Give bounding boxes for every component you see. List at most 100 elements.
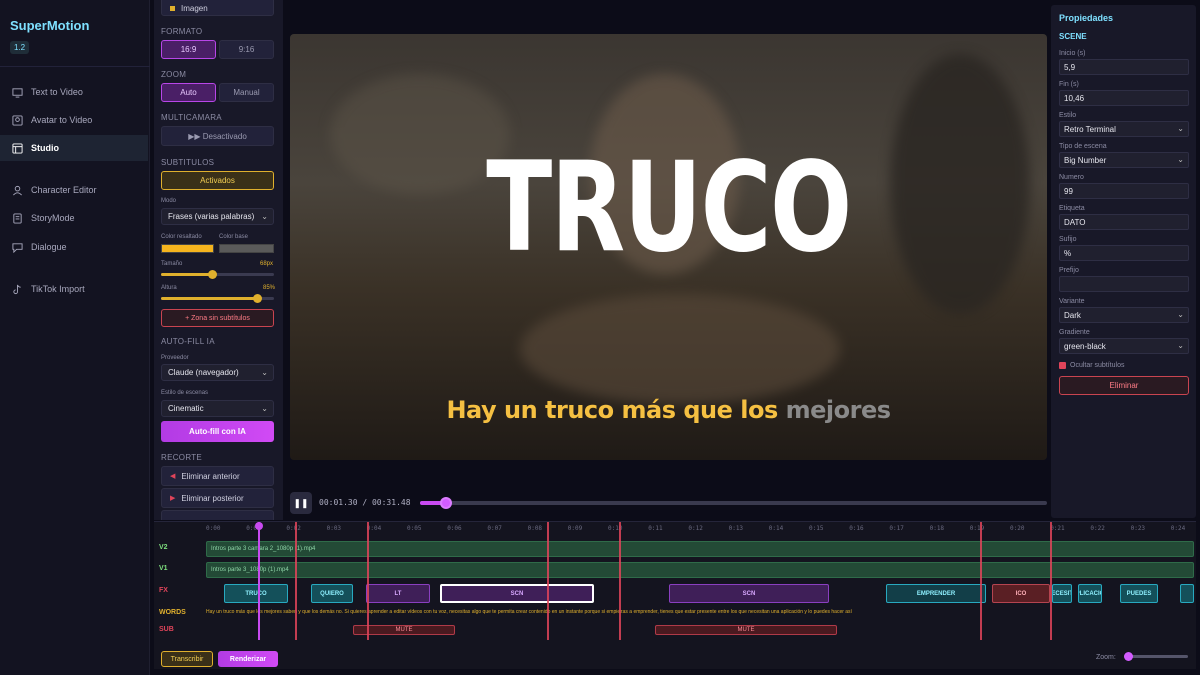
delete-scene-button[interactable]: Eliminar — [1059, 376, 1189, 395]
height-slider-knob[interactable] — [253, 294, 263, 303]
cut-marker[interactable] — [295, 522, 297, 640]
seek-bar[interactable] — [420, 497, 1047, 509]
property-select[interactable]: Big Number ⌄ — [1059, 152, 1189, 168]
format-9-16-button[interactable]: 9:16 — [219, 40, 274, 59]
provider-select[interactable]: Claude (navegador) ⌄ — [161, 364, 274, 381]
fx-clip[interactable]: PUEDES — [1120, 584, 1158, 603]
scene-style-select[interactable]: Cinematic ⌄ — [161, 400, 274, 417]
autofill-ai-button[interactable]: Auto-fill con IA — [161, 421, 274, 442]
property-input[interactable] — [1059, 276, 1189, 292]
video-preview[interactable]: TRUCO Hay un truco más que los mejores — [290, 34, 1047, 460]
recorte-extra-button[interactable] — [161, 510, 274, 520]
fx-clip[interactable]: ICO — [992, 584, 1050, 603]
cut-marker[interactable] — [619, 522, 621, 640]
section-multicamara-title: MULTICAMARA — [161, 113, 222, 122]
format-16-9-button[interactable]: 16:9 — [161, 40, 216, 59]
property-input[interactable]: % — [1059, 245, 1189, 261]
sidebar-item-label: TikTok Import — [31, 284, 85, 294]
sidebar-item-dialogue[interactable]: Dialogue — [0, 234, 148, 260]
fx-clip-selected[interactable]: SCN — [440, 584, 594, 603]
track-label-words: WORDS — [159, 609, 186, 616]
delete-previous-button[interactable]: ◀ Eliminar anterior — [161, 466, 274, 486]
zoom-manual-button[interactable]: Manual — [219, 83, 274, 102]
sidebar-item-label: StoryMode — [31, 213, 75, 223]
sidebar-item-tiktok-import[interactable]: TikTok Import — [0, 276, 148, 302]
property-label: Sufijo — [1059, 236, 1077, 243]
property-value: green-black — [1064, 341, 1106, 351]
cut-marker[interactable] — [367, 522, 369, 640]
subtitles-toggle[interactable]: Activados — [161, 171, 274, 190]
media-image-button[interactable]: Imagen — [161, 0, 274, 16]
ruler-tick-label: 0:09 — [567, 525, 583, 532]
ruler-tick-label: 0:12 — [688, 525, 703, 532]
property-input[interactable]: DATO — [1059, 214, 1189, 230]
timeline-ruler[interactable]: 0:00 0:01 0:02 0:03 0:04 0:05 0:06 0:07 0:08 0:09… — [206, 522, 1196, 536]
add-no-subtitle-zone-button[interactable]: + Zona sin subtítulos — [161, 309, 274, 327]
mute-clip[interactable]: MUTE — [655, 625, 837, 635]
words-track[interactable]: Hay un truco más que los mejores saben y… — [206, 609, 1196, 621]
avatar-icon — [12, 114, 23, 126]
multicamera-toggle[interactable]: ▶▶ Desactivado — [161, 126, 274, 146]
property-select[interactable]: green-black ⌄ — [1059, 338, 1189, 354]
property-input[interactable]: 5,9 — [1059, 59, 1189, 75]
fx-clip[interactable]: SCN — [669, 584, 829, 603]
fx-clip[interactable]: APLICACION — [1078, 584, 1102, 603]
ruler-tick-label: 0:16 — [849, 525, 864, 532]
ruler-tick-label: 0:18 — [929, 525, 945, 532]
chevron-down-icon: ⌄ — [261, 404, 268, 413]
subtitle-mode-select[interactable]: Frases (varias palabras) ⌄ — [161, 208, 274, 225]
zoom-slider-knob[interactable] — [1124, 652, 1133, 661]
hide-subtitles-checkbox[interactable] — [1059, 362, 1066, 369]
chevron-down-icon: ⌄ — [1177, 310, 1184, 319]
time-display: 00:01.30 / 00:31.48 — [319, 498, 411, 507]
ruler-tick-label: 0:22 — [1090, 525, 1105, 532]
sidebar-item-text-to-video[interactable]: Text to Video — [0, 79, 148, 105]
height-slider[interactable] — [161, 294, 274, 303]
render-button[interactable]: Renderizar — [218, 651, 278, 667]
size-label: Tamaño — [161, 261, 183, 267]
video-clip-v1[interactable]: Intros parte 3_1080p (1).mp4 — [206, 562, 1194, 578]
sidebar-item-storymode[interactable]: StoryMode — [0, 205, 148, 231]
sidebar-item-label: Studio — [31, 143, 59, 153]
sidebar-item-character-editor[interactable]: Character Editor — [0, 177, 148, 203]
size-slider-knob[interactable] — [207, 270, 217, 279]
delete-next-button[interactable]: ▶ Eliminar posterior — [161, 488, 274, 508]
cut-marker[interactable] — [547, 522, 549, 640]
zoom-auto-button[interactable]: Auto — [161, 83, 216, 102]
transcribe-button[interactable]: Transcribir — [161, 651, 213, 667]
sidebar-item-avatar-to-video[interactable]: Avatar to Video — [0, 107, 148, 133]
timeline-zoom-slider[interactable] — [1124, 652, 1188, 661]
property-input[interactable]: 10,46 — [1059, 90, 1189, 106]
cut-marker[interactable] — [1050, 522, 1052, 640]
property-select[interactable]: Dark ⌄ — [1059, 307, 1189, 323]
fx-clip[interactable]: LT — [366, 584, 430, 603]
sidebar-item-label: Character Editor — [31, 185, 97, 195]
seek-bar-knob[interactable] — [439, 497, 452, 509]
media-image-label: Imagen — [181, 3, 208, 13]
fx-clip[interactable]: QUIERO — [311, 584, 353, 603]
pause-button[interactable]: ❚❚ — [290, 492, 312, 514]
fx-clip[interactable] — [1180, 584, 1194, 603]
base-color-swatch[interactable] — [219, 244, 274, 253]
modo-label: Modo — [161, 198, 177, 204]
highlight-color-swatch[interactable] — [161, 244, 214, 253]
fx-clip[interactable]: TRUCO — [224, 584, 288, 603]
track-label-v2: V2 — [159, 544, 168, 551]
timeline-playhead[interactable] — [255, 522, 263, 640]
fx-clip[interactable]: NECESITA — [1052, 584, 1072, 603]
property-select[interactable]: Retro Terminal ⌄ — [1059, 121, 1189, 137]
ruler-tick-label: 0:14 — [768, 525, 784, 532]
property-value: 10,46 — [1064, 93, 1085, 103]
monitor-icon — [12, 87, 23, 98]
section-recorte-title: RECORTE — [161, 453, 203, 462]
divider — [0, 66, 150, 67]
ruler-tick-label: 0:07 — [487, 525, 502, 532]
sidebar-item-studio[interactable]: Studio — [0, 135, 148, 161]
fx-clip[interactable]: EMPRENDER — [886, 584, 986, 603]
cut-marker[interactable] — [980, 522, 982, 640]
video-clip-v2[interactable]: Intros parte 3 camara 2_1080p (1).mp4 — [206, 541, 1194, 557]
size-slider[interactable] — [161, 270, 274, 279]
property-value: % — [1064, 248, 1072, 258]
tiktok-icon — [13, 284, 21, 294]
property-input[interactable]: 99 — [1059, 183, 1189, 199]
